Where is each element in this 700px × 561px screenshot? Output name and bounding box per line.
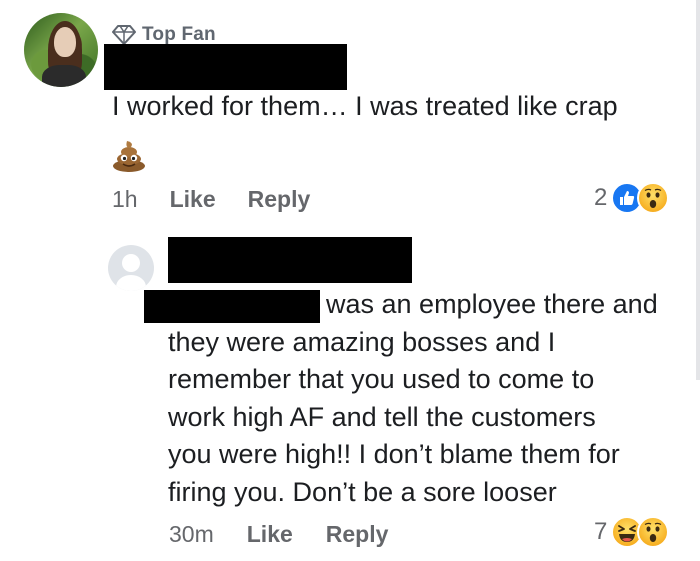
timestamp[interactable]: 30m [169, 521, 214, 548]
default-avatar-icon[interactable] [108, 245, 154, 291]
pile-of-poo-icon [111, 137, 147, 173]
comment-actions: 1h Like Reply [112, 186, 310, 213]
like-button[interactable]: Like [170, 186, 216, 213]
redacted-name [168, 237, 412, 283]
comment-text: I worked for them… I was treated like cr… [112, 91, 618, 121]
commenter-avatar[interactable] [24, 13, 98, 87]
redacted-name [104, 44, 347, 90]
like-button[interactable]: Like [247, 521, 293, 548]
reaction-summary[interactable]: 7 [594, 516, 670, 548]
reply-button[interactable]: Reply [248, 186, 311, 213]
comment-line: you were high!! I don’t blame them for [168, 439, 620, 469]
comment-line: they were amazing bosses and I [168, 326, 556, 357]
wow-reaction-icon [637, 516, 670, 548]
reaction-count: 7 [594, 518, 608, 545]
comment-line: firing you. Don’t be a sore looser [168, 476, 557, 507]
reaction-summary[interactable]: 2 [594, 182, 670, 214]
scrollbar[interactable] [696, 0, 700, 380]
redacted-mention [144, 290, 320, 323]
diamond-icon [112, 25, 136, 45]
comment-line: work high AF and tell the customers [168, 401, 596, 432]
wow-reaction-icon [637, 182, 670, 214]
top-fan-badge: Top Fan [112, 24, 216, 46]
badge-label: Top Fan [142, 24, 216, 45]
reply-button[interactable]: Reply [326, 521, 389, 548]
reaction-count: 2 [594, 184, 608, 211]
timestamp[interactable]: 1h [112, 186, 138, 213]
comment-actions: 30m Like Reply [169, 521, 388, 548]
comment-line: remember that you used to come to [168, 364, 595, 394]
